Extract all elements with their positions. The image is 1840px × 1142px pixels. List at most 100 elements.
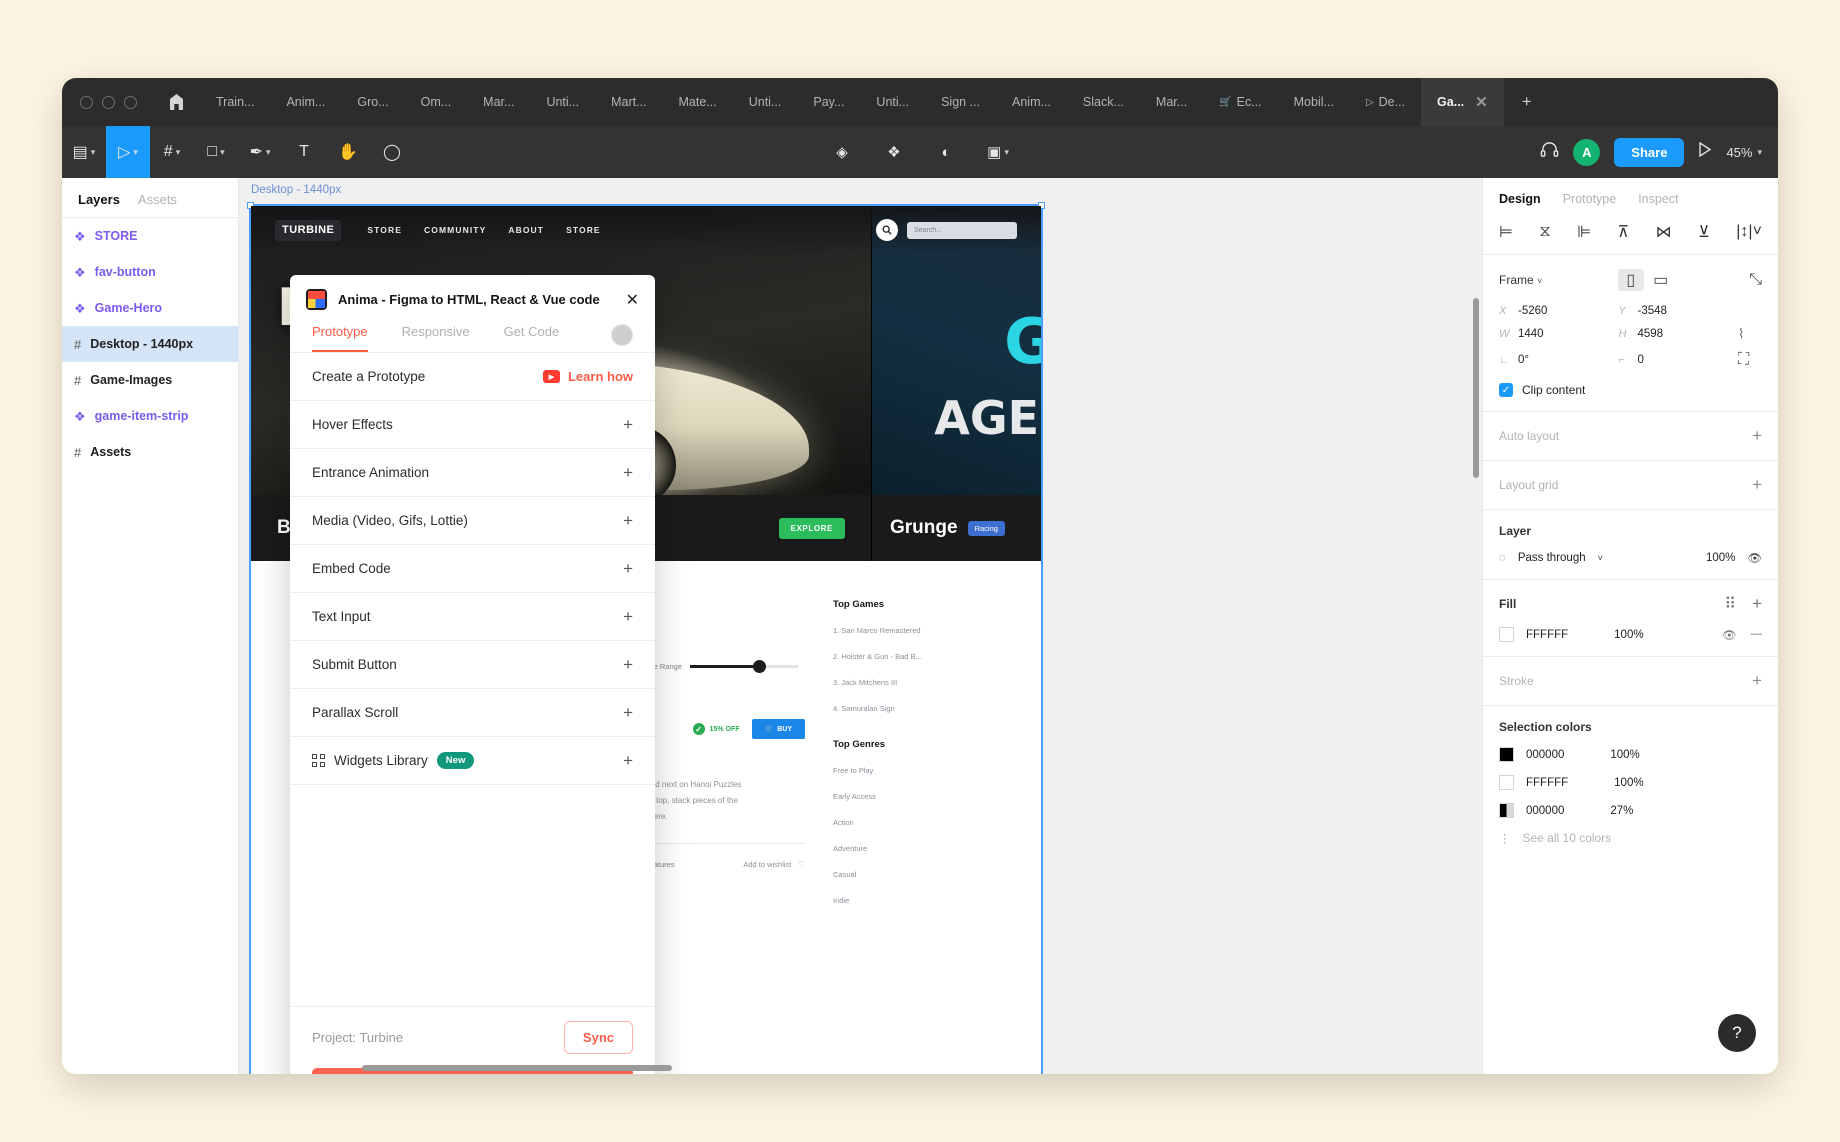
- anima-row-hover-effects[interactable]: Hover Effects+: [290, 401, 655, 449]
- search-icon[interactable]: [876, 219, 898, 241]
- chevron-down-icon[interactable]: ▾: [1004, 147, 1009, 158]
- site-logo[interactable]: TURBINE: [275, 220, 341, 241]
- landscape-icon[interactable]: ▭: [1648, 269, 1674, 291]
- canvas-horizontal-scrollbar[interactable]: [362, 1065, 672, 1071]
- chevron-down-icon[interactable]: ▾: [220, 147, 225, 158]
- align-bottom-icon[interactable]: ⊻: [1698, 222, 1710, 242]
- anima-row-parallax-scroll[interactable]: Parallax Scroll+: [290, 689, 655, 737]
- align-right-icon[interactable]: ⊫: [1577, 222, 1591, 242]
- learn-how-link[interactable]: ▶Learn how: [543, 369, 633, 384]
- hand-tool[interactable]: ✋: [326, 126, 370, 178]
- layer-row-fav-button[interactable]: ❖fav-button: [62, 254, 238, 290]
- top-genres-item[interactable]: Free to Play: [833, 766, 1001, 775]
- sync-button[interactable]: Sync: [564, 1021, 633, 1054]
- add-to-wishlist-button[interactable]: Add to wishlist ♡: [743, 860, 805, 869]
- chevron-down-icon[interactable]: ▾: [91, 147, 96, 158]
- add-icon[interactable]: +: [623, 751, 633, 771]
- avatar[interactable]: A: [1573, 139, 1600, 166]
- comment-tool[interactable]: ◯: [370, 126, 414, 178]
- top-genres-item[interactable]: Action: [833, 818, 1001, 827]
- clip-content-checkbox[interactable]: ✓: [1499, 383, 1513, 397]
- anima-row-media-video-gifs-lottie-[interactable]: Media (Video, Gifs, Lottie)+: [290, 497, 655, 545]
- union-tool[interactable]: ▣▾: [976, 126, 1020, 178]
- anima-row-embed-code[interactable]: Embed Code+: [290, 545, 655, 593]
- top-genres-item[interactable]: Early Access: [833, 792, 1001, 801]
- add-layout-grid-button[interactable]: +: [1752, 475, 1762, 495]
- components-tool[interactable]: ❖: [872, 126, 916, 178]
- blend-mode-row[interactable]: ◌ Pass through ˅ 100% 👁: [1499, 551, 1762, 565]
- selection-color-row[interactable]: 00000027%: [1499, 803, 1762, 818]
- add-icon[interactable]: +: [623, 703, 633, 723]
- shape-tool[interactable]: □▾: [194, 126, 238, 178]
- add-stroke-button[interactable]: +: [1752, 671, 1762, 691]
- canvas-vertical-scrollbar[interactable]: [1473, 298, 1479, 478]
- slider-knob[interactable]: [753, 660, 766, 673]
- anima-row-create-a-prototype[interactable]: Create a Prototype▶Learn how: [290, 353, 655, 401]
- menu-tool[interactable]: ▤▾: [62, 126, 106, 178]
- visibility-eye-icon[interactable]: 👁: [1747, 551, 1762, 565]
- tab-inspect[interactable]: Inspect: [1638, 192, 1678, 206]
- tab-assets[interactable]: Assets: [138, 192, 177, 207]
- anima-row-submit-button[interactable]: Submit Button+: [290, 641, 655, 689]
- layer-opacity-value[interactable]: 100%: [1706, 552, 1735, 564]
- color-swatch[interactable]: [1499, 775, 1514, 790]
- color-swatch[interactable]: [1499, 803, 1514, 818]
- align-left-icon[interactable]: ⊨: [1499, 222, 1513, 242]
- top-games-item[interactable]: 1. San Marco Remastered: [833, 626, 1001, 635]
- top-genres-item[interactable]: Casual: [833, 870, 1001, 879]
- tab-prototype[interactable]: Prototype: [1563, 192, 1617, 206]
- remove-fill-button[interactable]: —: [1751, 628, 1763, 642]
- top-games-item[interactable]: 2. Holster & Gun - Bad B...: [833, 652, 1001, 661]
- frame-tool[interactable]: #▾: [150, 126, 194, 178]
- buy-button[interactable]: 🛒 BUY: [752, 719, 806, 739]
- top-genres-item[interactable]: Indie: [833, 896, 1001, 905]
- fill-row[interactable]: FFFFFF 100% 👁 —: [1499, 627, 1762, 642]
- add-icon[interactable]: +: [623, 607, 633, 627]
- browser-tab-8[interactable]: Unti...: [733, 78, 798, 126]
- h-field[interactable]: H 4598: [1619, 326, 1729, 342]
- pen-tool[interactable]: ✒▾: [238, 126, 282, 178]
- browser-tab-2[interactable]: Gro...: [341, 78, 404, 126]
- browser-tab-6[interactable]: Mart...: [595, 78, 662, 126]
- frame-name-label[interactable]: Desktop - 1440px: [251, 184, 341, 196]
- browser-tab-11[interactable]: Sign ...: [925, 78, 996, 126]
- add-icon[interactable]: +: [623, 655, 633, 675]
- browser-tab-7[interactable]: Mate...: [663, 78, 733, 126]
- rotation-field[interactable]: ∟ 0°: [1499, 351, 1609, 369]
- minimize-window-button[interactable]: [102, 96, 115, 109]
- browser-tab-0[interactable]: Train...: [200, 78, 270, 126]
- tab-design[interactable]: Design: [1499, 192, 1541, 206]
- see-all-colors-row[interactable]: ⋮ See all 10 colors: [1499, 831, 1762, 845]
- close-icon[interactable]: ✕: [626, 290, 639, 310]
- align-h-center-icon[interactable]: ⧖: [1539, 223, 1550, 241]
- maximize-window-button[interactable]: [124, 96, 137, 109]
- text-tool[interactable]: T: [282, 126, 326, 178]
- layer-row-game-images[interactable]: #Game-Images: [62, 362, 238, 398]
- browser-tab-10[interactable]: Unti...: [860, 78, 925, 126]
- frame-section-label[interactable]: Frame ˅: [1499, 273, 1542, 287]
- browser-tab-3[interactable]: Om...: [405, 78, 468, 126]
- site-nav-link-2[interactable]: ABOUT: [508, 225, 544, 235]
- zoom-level-dropdown[interactable]: 45% ▾: [1726, 145, 1762, 160]
- headphones-icon[interactable]: [1540, 140, 1559, 164]
- anima-row-entrance-animation[interactable]: Entrance Animation+: [290, 449, 655, 497]
- anima-row-text-input[interactable]: Text Input+: [290, 593, 655, 641]
- layer-row-store[interactable]: ❖STORE: [62, 218, 238, 254]
- add-fill-button[interactable]: +: [1752, 594, 1762, 614]
- filter-price-range[interactable]: Price Range: [641, 662, 798, 671]
- distribute-icon[interactable]: |↕|˅: [1736, 223, 1762, 241]
- search-input[interactable]: Search...: [907, 222, 1017, 239]
- w-field[interactable]: W 1440: [1499, 326, 1609, 342]
- anima-user-avatar[interactable]: [611, 324, 633, 346]
- present-play-icon[interactable]: [1698, 142, 1712, 162]
- align-v-center-icon[interactable]: ⋈: [1656, 222, 1672, 242]
- anima-row-widgets-library[interactable]: Widgets LibraryNew+: [290, 737, 655, 785]
- fill-swatch[interactable]: [1499, 627, 1514, 642]
- mask-tool[interactable]: ◈: [820, 126, 864, 178]
- close-tab-icon[interactable]: ✕: [1475, 93, 1488, 111]
- site-nav-link-1[interactable]: COMMUNITY: [424, 225, 486, 235]
- proportion-lock-icon[interactable]: ⌇: [1738, 326, 1762, 342]
- chevron-down-icon[interactable]: ▾: [176, 147, 181, 158]
- add-icon[interactable]: +: [623, 415, 633, 435]
- add-icon[interactable]: +: [623, 511, 633, 531]
